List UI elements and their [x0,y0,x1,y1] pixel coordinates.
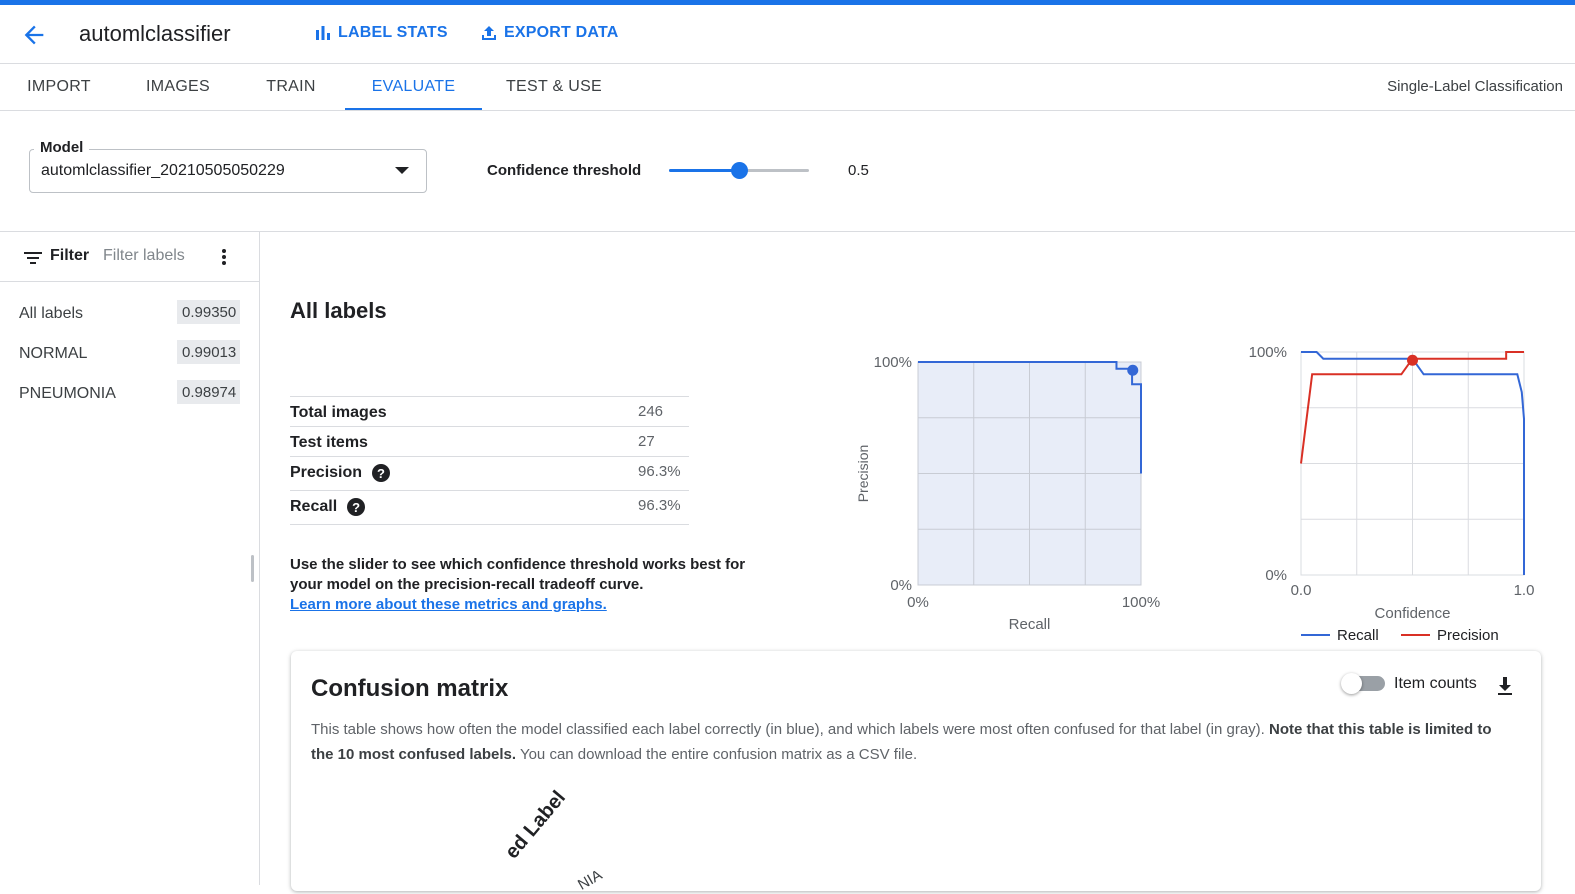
filter-labels-input[interactable] [103,247,208,265]
x-axis-label: Confidence [1375,605,1451,622]
precision-recall-chart: 100% 0%0% 100% Recall Precision [855,354,1160,633]
sidebar-item-pneumonia[interactable]: PNEUMONIA 0.98974 [0,376,259,412]
more-vert-icon[interactable] [220,249,228,267]
y-tick-label: 0% [1265,567,1287,584]
slider-fill [669,169,739,172]
stat-row-precision: Precision? 96.3% [290,457,689,491]
stat-value: 96.3% [638,497,681,514]
label-score: 0.98974 [177,380,240,404]
section-title: All labels [290,298,387,323]
threshold-marker [1407,354,1418,366]
label-name: NORMAL [19,345,88,362]
confidence-threshold-value: 0.5 [848,162,869,179]
export-data-label: EXPORT DATA [504,24,619,41]
column-label: NIA [575,866,606,894]
y-tick-label: 100% [1249,344,1287,361]
tab-test-use[interactable]: TEST & USE [484,64,624,110]
download-icon[interactable] [1495,675,1515,697]
item-counts-toggle[interactable] [1341,673,1385,694]
dataset-title: automlclassifier [79,21,231,46]
label-name: PNEUMONIA [19,385,116,402]
slider-thumb[interactable] [731,162,748,179]
y-tick-label: 100% [874,354,912,371]
label-stats-label: LABEL STATS [338,24,448,41]
back-arrow-icon[interactable] [20,21,48,49]
sidebar-item-normal[interactable]: NORMAL 0.99013 [0,336,259,372]
x-axis-label: Recall [1009,616,1051,633]
label-score: 0.99350 [177,300,240,324]
filter-bar: Filter [0,232,259,282]
stat-value: 27 [638,433,655,450]
stat-row-test-items: Test items 27 [290,427,689,457]
sidebar-resize-handle[interactable] [251,555,254,582]
x-tick-label: 0% [907,594,929,611]
label-score: 0.99013 [177,340,240,364]
confusion-matrix-title: Confusion matrix [311,675,509,702]
desc-text: This table shows how often the model cla… [311,721,1269,738]
desc-text: You can download the entire confusion ma… [516,746,918,763]
stat-key: Recall [290,498,338,515]
stat-key: Precision [290,464,363,481]
dropdown-caret-icon[interactable] [395,167,409,174]
tab-evaluate[interactable]: EVALUATE [345,64,482,110]
bar-chart-icon [316,26,330,40]
confidence-chart: 100% 0%0.0 1.0 Confidence Recall Precision [1249,344,1535,644]
predicted-label-axis: ed Label [501,786,571,864]
filter-label: Filter [50,247,90,264]
upload-icon [482,26,496,40]
labels-sidebar: Filter All labels 0.99350 NORMAL 0.99013… [0,232,260,885]
help-icon[interactable]: ? [372,464,391,482]
confidence-threshold-slider[interactable] [669,162,809,179]
confusion-matrix-card: Confusion matrix Item counts This table … [291,651,1541,894]
item-counts-label: Item counts [1394,675,1477,692]
stat-row-recall: Recall? 96.3% [290,491,689,525]
legend-label: Recall [1337,627,1379,644]
x-tick-label: 1.0 [1514,582,1535,599]
sidebar-item-all-labels[interactable]: All labels 0.99350 [0,296,259,332]
stat-key: Total images [290,404,387,421]
legend-label: Precision [1437,627,1499,644]
tab-train[interactable]: TRAIN [238,64,344,110]
confidence-threshold-label: Confidence threshold [487,162,642,179]
tab-bar: IMPORT IMAGES TRAIN EVALUATE TEST & USE … [0,64,1575,111]
export-data-button[interactable]: EXPORT DATA [480,24,619,42]
stats-table: Total images 246 Test items 27 Precision… [290,396,689,525]
y-axis-label: Precision [855,445,871,503]
model-select-value: automlclassifier_20210505050229 [41,162,285,179]
threshold-marker [1127,364,1139,376]
stat-key: Test items [290,434,368,451]
label-name: All labels [19,305,84,322]
x-tick-label: 0.0 [1291,582,1312,599]
toggle-thumb [1341,673,1362,694]
app-header: automlclassifier LABEL STATS EXPORT DATA [0,5,1575,64]
learn-more-link[interactable]: Learn more about these metrics and graph… [290,596,607,613]
classification-mode-label: Single-Label Classification [1387,78,1563,95]
label-stats-button[interactable]: LABEL STATS [314,24,448,42]
stat-value: 246 [638,403,664,420]
stat-row-total-images: Total images 246 [290,397,689,427]
x-tick-label: 100% [1122,594,1160,611]
stat-value: 96.3% [638,463,681,480]
help-icon[interactable]: ? [347,498,366,516]
y-tick-label: 0% [890,577,912,594]
tab-import[interactable]: IMPORT [0,64,118,110]
slider-explanation: Use the slider to see which confidence t… [290,556,746,593]
model-select-label: Model [34,139,90,156]
filter-icon[interactable] [24,251,42,265]
confusion-matrix-description: This table shows how often the model cla… [311,717,1511,767]
tab-images[interactable]: IMAGES [118,64,238,110]
